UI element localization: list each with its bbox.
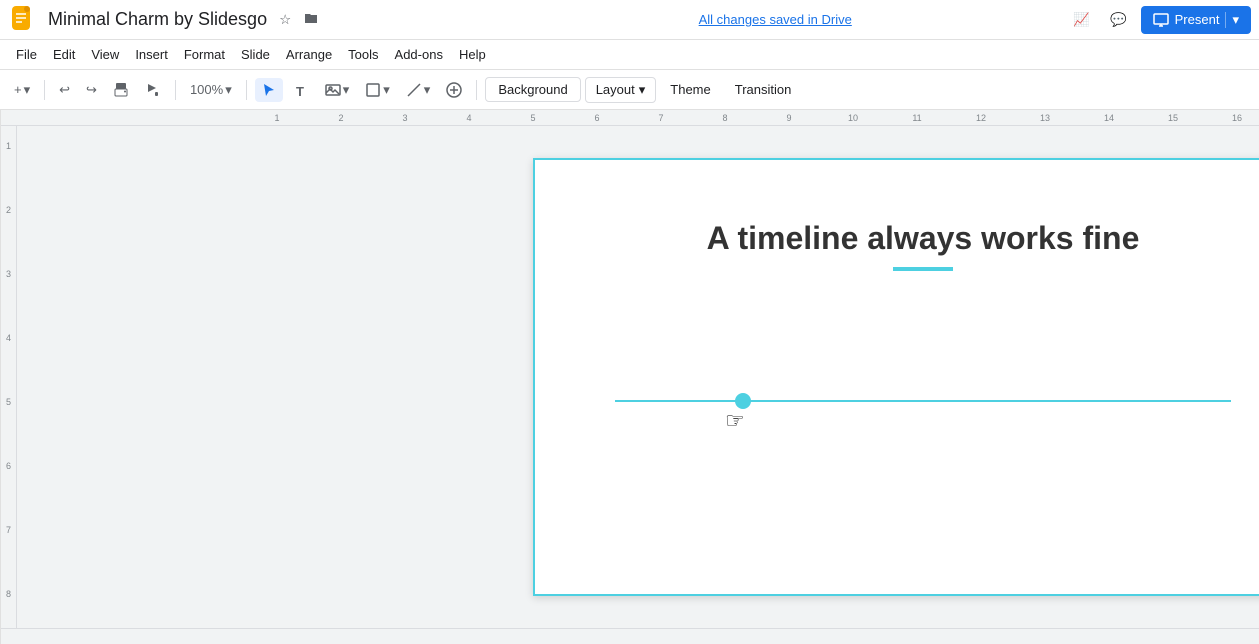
header-actions: 📈 💬 Present ▾ <box>1067 6 1251 34</box>
separator-2 <box>175 80 176 100</box>
slide-title-underline <box>893 267 953 271</box>
ruler-bottom: 14 <box>1 628 1259 644</box>
app-title: Minimal Charm by Slidesgo <box>48 9 267 30</box>
separator-4 <box>476 80 477 100</box>
select-tool-button[interactable] <box>255 78 283 102</box>
main-area: 1 A timeline always works fine 2 4,498,3… <box>0 110 1259 644</box>
background-button[interactable]: Background <box>485 77 580 102</box>
timeline-line <box>615 400 1231 402</box>
present-label: Present <box>1175 12 1220 27</box>
menu-help[interactable]: Help <box>451 43 494 66</box>
shape-tool-button[interactable]: ▾ <box>359 78 396 102</box>
cursor-pointer: ☞ <box>725 408 745 434</box>
ruler-h-marks: 1 2 3 4 5 6 7 8 9 10 11 <box>261 113 1259 123</box>
transition-button[interactable]: Transition <box>725 78 802 101</box>
timeline-dot <box>735 393 751 409</box>
canvas-wrapper: 1 2 3 4 5 6 7 8 A timeline always works <box>1 126 1259 628</box>
ruler-vertical: 1 2 3 4 5 6 7 8 <box>1 126 17 628</box>
menu-insert[interactable]: Insert <box>127 43 176 66</box>
separator-3 <box>246 80 247 100</box>
comment-icon-button[interactable]: 💬 <box>1104 6 1133 34</box>
line-tool-button[interactable]: ▾ <box>400 78 437 102</box>
format-paint-button[interactable] <box>139 78 167 102</box>
present-button[interactable]: Present ▾ <box>1141 6 1251 34</box>
menu-bar: File Edit View Insert Format Slide Arran… <box>0 40 1259 70</box>
title-icons: ☆ <box>275 6 323 33</box>
image-tool-button[interactable]: ▾ <box>319 78 356 102</box>
undo-button[interactable]: ↩ <box>53 78 76 102</box>
text-tool-button[interactable]: T <box>287 78 315 102</box>
menu-arrange[interactable]: Arrange <box>278 43 340 66</box>
actions-button[interactable] <box>440 78 468 102</box>
ruler-horizontal: 1 2 3 4 5 6 7 8 9 10 11 <box>1 110 1259 126</box>
add-button[interactable]: + ▾ <box>8 78 36 102</box>
title-bar: Minimal Charm by Slidesgo ☆ All changes … <box>0 0 1259 40</box>
app-icon <box>8 4 40 36</box>
present-arrow[interactable]: ▾ <box>1225 12 1239 28</box>
menu-tools[interactable]: Tools <box>340 43 386 66</box>
layout-button[interactable]: Layout ▾ <box>585 77 657 103</box>
folder-button[interactable] <box>299 6 323 33</box>
star-button[interactable]: ☆ <box>275 8 295 32</box>
redo-button[interactable]: ↪ <box>80 78 103 102</box>
layout-arrow: ▾ <box>639 82 646 98</box>
slide-canvas: A timeline always works fine ☞ <box>533 158 1259 596</box>
toolbar: + ▾ ↩ ↪ 100% ▾ T ▾ ▾ ▾ Background Layout… <box>0 70 1259 110</box>
canvas-area[interactable]: A timeline always works fine ☞ <box>17 126 1259 628</box>
menu-format[interactable]: Format <box>176 43 233 66</box>
slide-timeline <box>615 400 1231 402</box>
menu-slide[interactable]: Slide <box>233 43 278 66</box>
theme-button[interactable]: Theme <box>660 78 720 101</box>
menu-file[interactable]: File <box>8 43 45 66</box>
content-area: 1 2 3 4 5 6 7 8 9 10 11 <box>1 110 1259 644</box>
menu-view[interactable]: View <box>83 43 127 66</box>
print-button[interactable] <box>107 78 135 102</box>
save-status: All changes saved in Drive <box>699 12 852 27</box>
slide-main-title: A timeline always works fine <box>535 160 1259 257</box>
zoom-button[interactable]: 100% ▾ <box>184 78 238 102</box>
zoom-label: 100% <box>190 82 223 97</box>
separator-1 <box>44 80 45 100</box>
chart-icon-button[interactable]: 📈 <box>1067 6 1096 34</box>
menu-edit[interactable]: Edit <box>45 43 83 66</box>
svg-text:T: T <box>296 84 304 98</box>
menu-addons[interactable]: Add-ons <box>387 43 451 66</box>
